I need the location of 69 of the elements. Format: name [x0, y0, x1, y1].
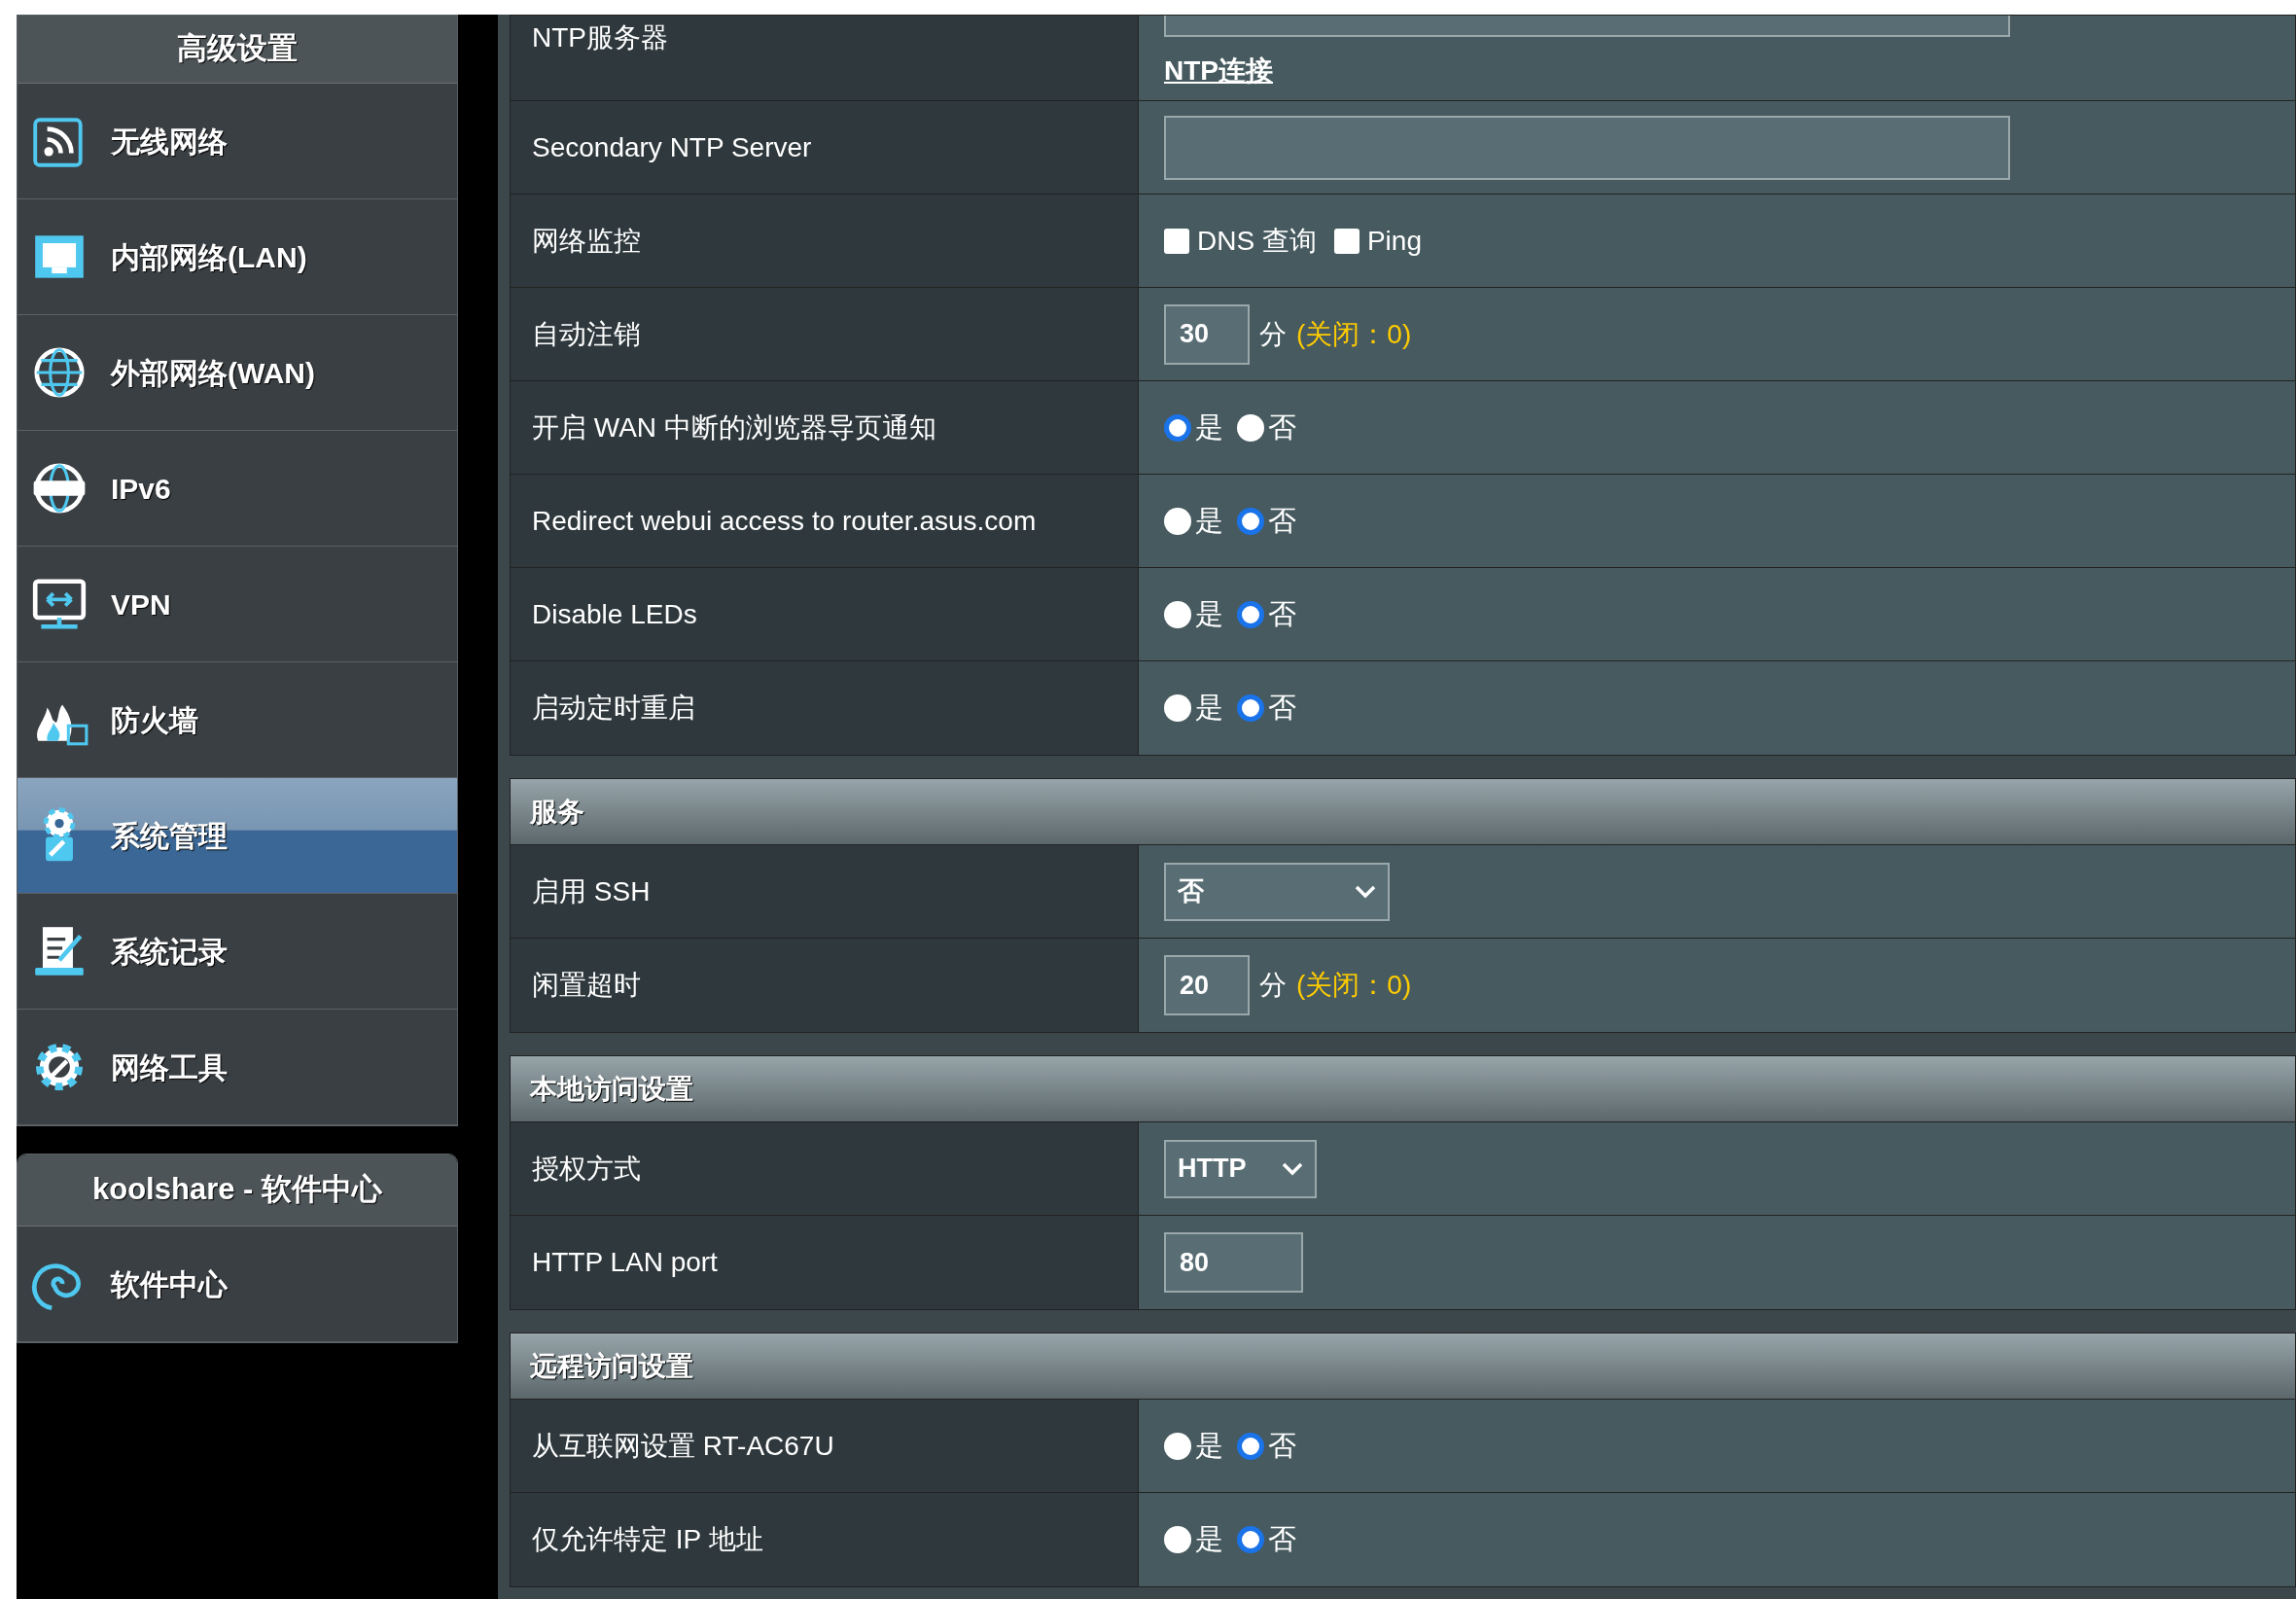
sidebar-item[interactable]: 网络工具 — [18, 1010, 457, 1125]
radio-button[interactable] — [1237, 1526, 1264, 1553]
number-field[interactable]: 80 — [1164, 1232, 1303, 1293]
sidebar-item[interactable]: 系统记录 — [18, 894, 457, 1010]
radio-label: 是 — [1195, 503, 1223, 538]
setting-label: 授权方式 — [532, 1152, 641, 1186]
unit-label: 分 — [1259, 969, 1287, 1002]
setting-label: 仅允许特定 IP 地址 — [532, 1523, 763, 1556]
sidebar-item[interactable]: IPv6 — [18, 431, 457, 547]
sidebar-item[interactable]: 内部网络(LAN) — [18, 199, 457, 315]
sidebar-header: 高级设置 — [18, 16, 457, 84]
dropdown[interactable]: HTTP — [1164, 1139, 1317, 1198]
hint-text: (关闭：0) — [1296, 317, 1412, 351]
section-header: 本地访问设置 — [511, 1056, 2295, 1122]
setting-label: NTP服务器 — [532, 21, 668, 54]
radio-label: 否 — [1268, 409, 1296, 444]
checkbox[interactable] — [1164, 228, 1189, 254]
setting-label: 开启 WAN 中断的浏览器导页通知 — [532, 410, 936, 444]
setting-label: Secondary NTP Server — [532, 130, 812, 164]
sidebar-item[interactable]: 无线网络 — [18, 84, 457, 199]
checkbox-label: DNS 查询 — [1197, 224, 1317, 258]
section-header: 远程访问设置 — [511, 1333, 2295, 1400]
radio-label: 否 — [1268, 691, 1296, 726]
radio-label: 否 — [1268, 596, 1296, 631]
radio-button[interactable] — [1237, 1432, 1264, 1460]
unit-label: 分 — [1259, 317, 1287, 351]
dropdown[interactable]: 否 — [1164, 862, 1390, 921]
radio-label: 否 — [1268, 1428, 1296, 1463]
sidebar-item[interactable]: VPN — [18, 547, 457, 662]
section-header: 服务 — [511, 779, 2295, 845]
checkbox[interactable] — [1333, 228, 1360, 254]
radio-button[interactable] — [1164, 600, 1191, 628]
chevron-down-icon — [1355, 884, 1376, 899]
sidebar-item[interactable]: 外部网络(WAN) — [18, 315, 457, 431]
number-field[interactable]: 30 — [1164, 303, 1250, 365]
radio-button[interactable] — [1237, 694, 1264, 722]
radio-label: 是 — [1195, 409, 1223, 444]
sidebar-item[interactable]: 软件中心 — [18, 1226, 457, 1342]
chevron-down-icon — [1282, 1161, 1303, 1176]
radio-button[interactable] — [1164, 1526, 1191, 1553]
radio-button[interactable] — [1164, 1432, 1191, 1460]
radio-button[interactable] — [1237, 413, 1264, 442]
radio-button[interactable] — [1237, 507, 1264, 535]
checkbox-label: Ping — [1366, 224, 1422, 258]
sidebar-header: koolshare - 软件中心 — [18, 1155, 457, 1226]
setting-label: HTTP LAN port — [532, 1246, 718, 1279]
radio-button[interactable] — [1164, 507, 1191, 535]
setting-label: 从互联网设置 RT-AC67U — [532, 1429, 834, 1463]
setting-label: 闲置超时 — [532, 969, 641, 1002]
setting-label: 自动注销 — [532, 317, 641, 351]
radio-label: 否 — [1268, 503, 1296, 538]
radio-label: 是 — [1195, 1428, 1223, 1463]
setting-label: 启用 SSH — [532, 874, 651, 908]
radio-button[interactable] — [1237, 600, 1264, 628]
setting-label: Disable LEDs — [532, 597, 697, 631]
number-field[interactable]: 20 — [1164, 955, 1250, 1015]
radio-label: 是 — [1195, 596, 1223, 631]
hint-text: (关闭：0) — [1296, 969, 1412, 1002]
ntp-link[interactable]: NTP连接 — [1164, 51, 1273, 91]
setting-label: 启动定时重启 — [532, 692, 695, 725]
radio-label: 否 — [1268, 1522, 1296, 1557]
radio-label: 是 — [1195, 691, 1223, 726]
radio-button[interactable] — [1164, 694, 1191, 722]
radio-button[interactable] — [1164, 413, 1191, 442]
setting-label: 网络监控 — [532, 224, 641, 258]
radio-label: 是 — [1195, 1522, 1223, 1557]
setting-label: Redirect webui access to router.asus.com — [532, 504, 1037, 538]
sidebar-item[interactable]: 系统管理 — [18, 778, 457, 894]
sidebar-item[interactable]: 防火墙 — [18, 662, 457, 778]
